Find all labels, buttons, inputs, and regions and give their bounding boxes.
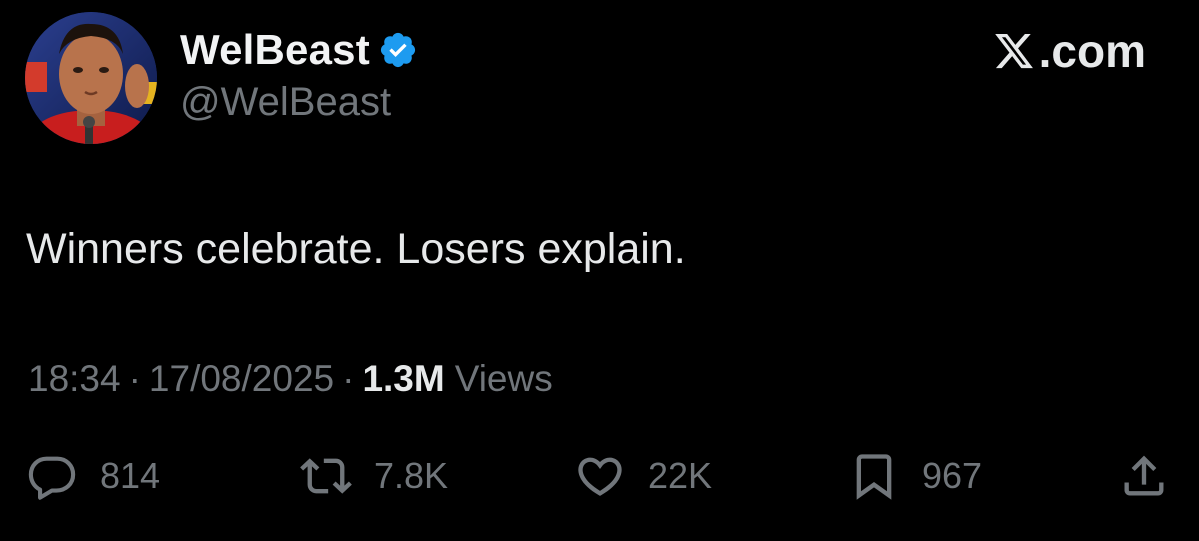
verified-badge-icon <box>378 30 418 70</box>
share-icon <box>1124 455 1164 496</box>
meta-separator: · <box>342 358 355 399</box>
bookmark-count: 967 <box>922 455 983 496</box>
reply-button[interactable]: 814 <box>26 448 160 504</box>
tweet-time[interactable]: 18:34 <box>28 358 121 400</box>
repost-icon <box>300 458 352 494</box>
avatar-photo <box>25 12 157 144</box>
heart-icon <box>578 457 622 496</box>
share-button[interactable] <box>1118 448 1170 504</box>
tweet-actions-bar: 814 7.8K 22K 967 <box>0 448 1199 504</box>
views-label: Views <box>454 358 553 399</box>
tweet-date[interactable]: 17/08/2025 <box>149 358 334 400</box>
like-button[interactable]: 22K <box>574 448 712 504</box>
reply-count: 814 <box>100 455 161 496</box>
avatar[interactable] <box>25 12 157 144</box>
author-handle[interactable]: @WelBeast <box>180 82 391 122</box>
brand-domain-text: .com <box>1038 25 1146 77</box>
brand-logo: .com <box>991 26 1146 76</box>
tweet-meta: 18:34 · 17/08/2025 · 1.3M Views <box>28 358 553 400</box>
meta-separator: · <box>128 358 141 399</box>
bookmark-button[interactable]: 967 <box>848 448 982 504</box>
reply-icon <box>28 456 76 500</box>
bookmark-icon <box>856 454 892 500</box>
author-display-name[interactable]: WelBeast <box>180 29 370 71</box>
author-name-row[interactable]: WelBeast <box>180 24 418 76</box>
repost-count: 7.8K <box>374 455 449 496</box>
like-count: 22K <box>648 455 713 496</box>
repost-button[interactable]: 7.8K <box>300 448 448 504</box>
views-count[interactable]: 1.3M <box>362 358 444 400</box>
x-logo-icon <box>994 33 1033 69</box>
tweet-text: Winners celebrate. Losers explain. <box>26 225 686 273</box>
